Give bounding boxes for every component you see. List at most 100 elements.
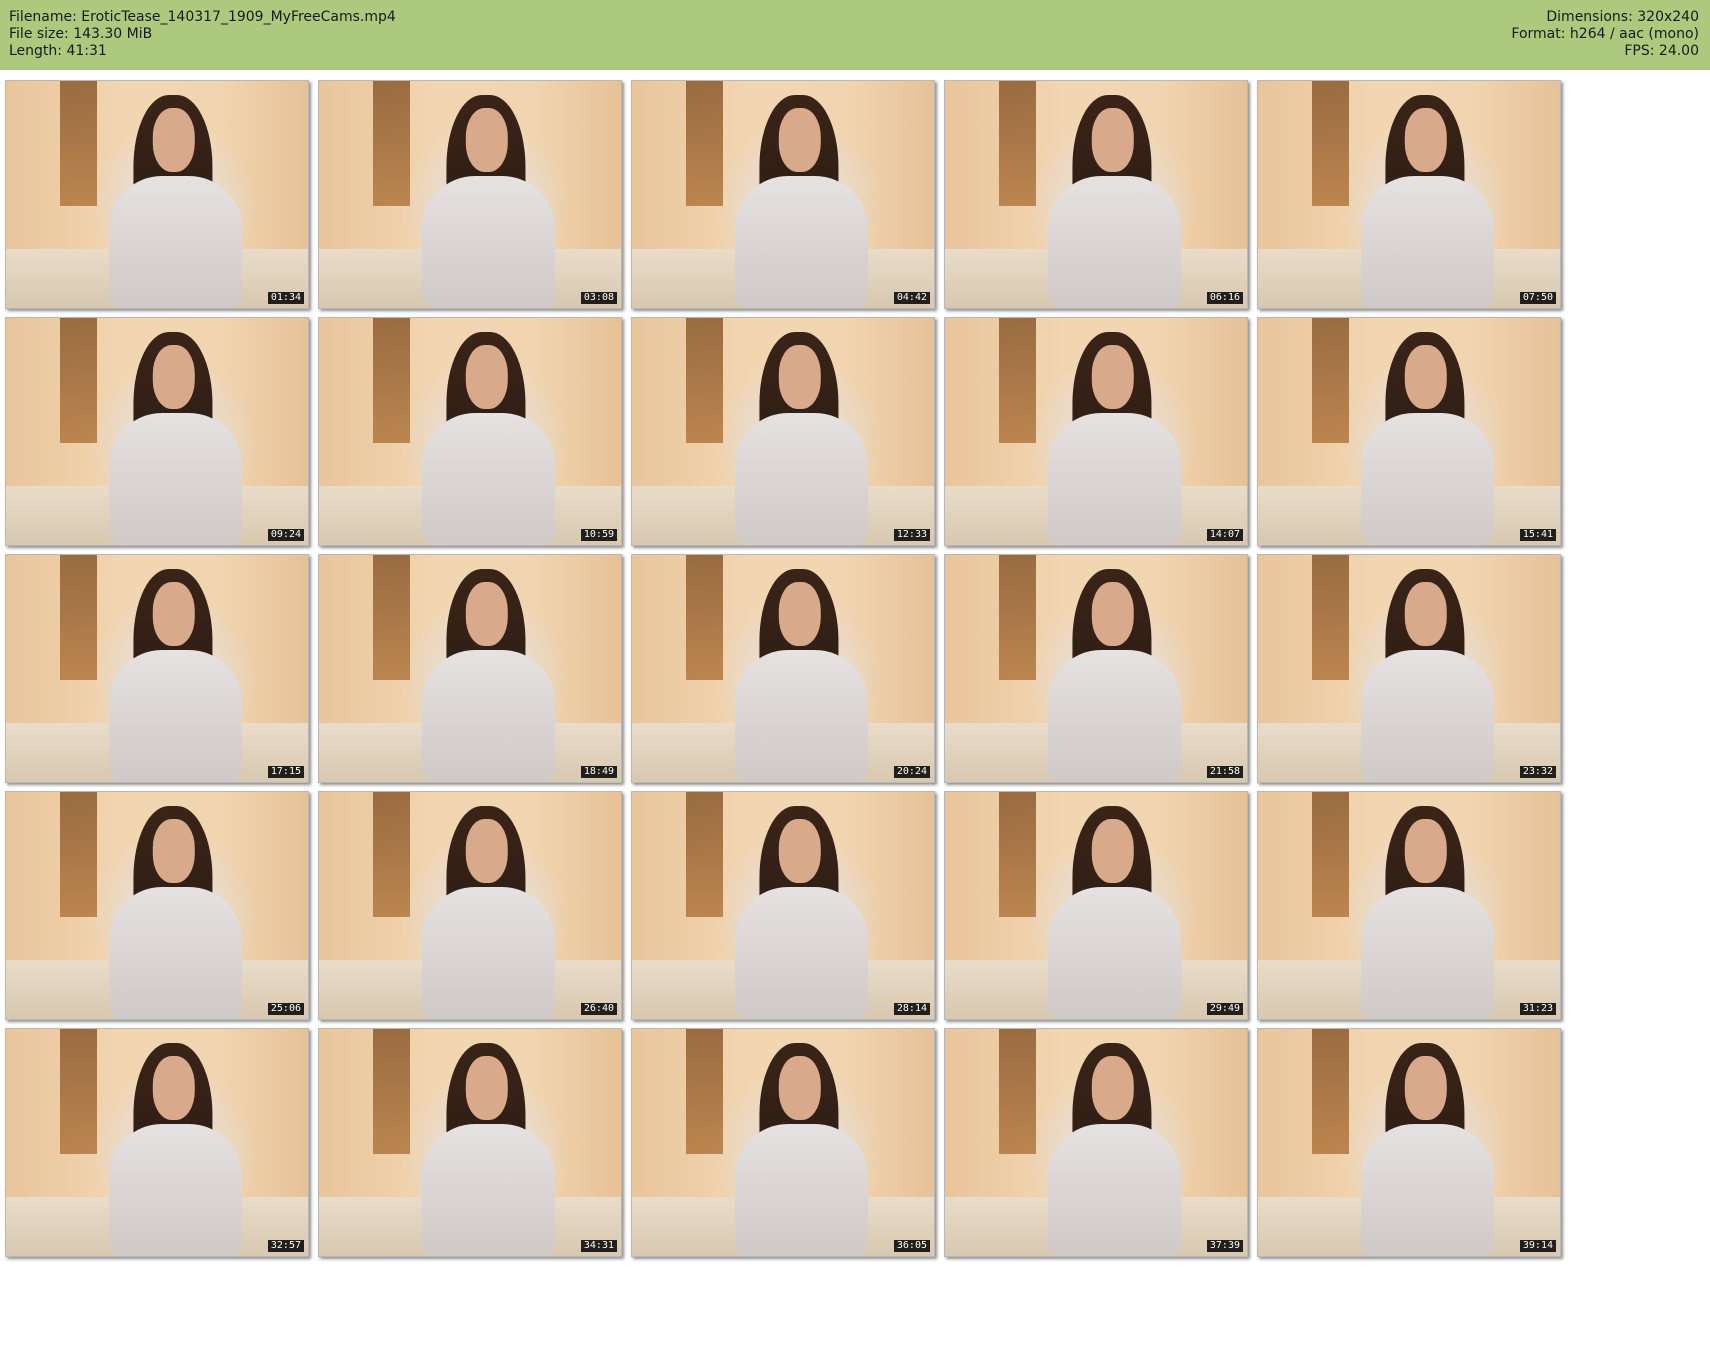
person-body: [734, 650, 868, 782]
background-cabinet: [373, 318, 410, 443]
file-size-text: File size: 143.30 MiB: [9, 26, 153, 42]
background-cabinet: [373, 792, 410, 917]
thumbnail-frame: 31:23: [1257, 791, 1561, 1020]
person-face: [152, 108, 196, 172]
background-cabinet: [999, 81, 1036, 206]
thumbnail-frame: 04:42: [631, 80, 935, 309]
thumbnail-frame: 18:49: [318, 554, 622, 783]
person-body: [421, 887, 555, 1019]
person-face: [1404, 1056, 1448, 1120]
thumbnail-frame: 26:40: [318, 791, 622, 1020]
timecode-label: 34:31: [580, 1240, 617, 1252]
timecode-label: 12:33: [893, 529, 930, 541]
background-cabinet: [60, 555, 97, 680]
thumbnail-frame: 39:14: [1257, 1028, 1561, 1257]
background-cabinet: [1312, 1029, 1349, 1154]
length-text: Length: 41:31: [9, 43, 107, 59]
thumbnail-frame: 03:08: [318, 80, 622, 309]
thumbnail-frame: 07:50: [1257, 80, 1561, 309]
person-face: [778, 108, 822, 172]
person-body: [1360, 887, 1494, 1019]
background-cabinet: [999, 1029, 1036, 1154]
thumbnail-frame: 10:59: [318, 317, 622, 546]
background-cabinet: [60, 81, 97, 206]
background-cabinet: [1312, 318, 1349, 443]
timecode-label: 07:50: [1519, 292, 1556, 304]
person-body: [734, 176, 868, 308]
person-face: [1091, 582, 1135, 646]
thumbnail-frame: 17:15: [5, 554, 309, 783]
timecode-label: 23:32: [1519, 766, 1556, 778]
timecode-label: 17:15: [267, 766, 304, 778]
person-face: [152, 1056, 196, 1120]
thumbnail-frame: 32:57: [5, 1028, 309, 1257]
person-body: [108, 1124, 242, 1256]
background-cabinet: [60, 792, 97, 917]
background-cabinet: [686, 792, 723, 917]
person-face: [1091, 819, 1135, 883]
person-face: [465, 819, 509, 883]
background-cabinet: [686, 1029, 723, 1154]
background-cabinet: [373, 81, 410, 206]
person-face: [465, 582, 509, 646]
person-face: [1404, 582, 1448, 646]
thumbnail-frame: 28:14: [631, 791, 935, 1020]
background-cabinet: [686, 555, 723, 680]
filename-text: Filename: EroticTease_140317_1909_MyFree…: [9, 9, 396, 25]
background-cabinet: [999, 792, 1036, 917]
timecode-label: 18:49: [580, 766, 617, 778]
person-body: [421, 413, 555, 545]
timecode-label: 14:07: [1206, 529, 1243, 541]
thumbnail-frame: 01:34: [5, 80, 309, 309]
person-face: [778, 345, 822, 409]
person-face: [778, 582, 822, 646]
person-body: [421, 650, 555, 782]
timecode-label: 01:34: [267, 292, 304, 304]
timecode-label: 32:57: [267, 1240, 304, 1252]
person-face: [465, 1056, 509, 1120]
thumbnail-frame: 34:31: [318, 1028, 622, 1257]
person-face: [465, 108, 509, 172]
background-cabinet: [686, 318, 723, 443]
person-body: [734, 1124, 868, 1256]
person-face: [1091, 1056, 1135, 1120]
thumbnail-frame: 12:33: [631, 317, 935, 546]
fps-text: FPS: 24.00: [1624, 43, 1699, 59]
person-face: [778, 1056, 822, 1120]
background-cabinet: [373, 555, 410, 680]
person-face: [152, 582, 196, 646]
person-face: [778, 819, 822, 883]
timecode-label: 15:41: [1519, 529, 1556, 541]
background-cabinet: [1312, 81, 1349, 206]
background-cabinet: [1312, 555, 1349, 680]
person-body: [421, 1124, 555, 1256]
background-cabinet: [60, 1029, 97, 1154]
info-right: Dimensions: 320x240 Format: h264 / aac (…: [1511, 9, 1699, 60]
person-body: [734, 887, 868, 1019]
person-face: [1091, 108, 1135, 172]
person-face: [1404, 345, 1448, 409]
person-body: [1047, 413, 1181, 545]
thumbnail-frame: 14:07: [944, 317, 1248, 546]
person-body: [108, 887, 242, 1019]
format-text: Format: h264 / aac (mono): [1511, 26, 1699, 42]
background-cabinet: [373, 1029, 410, 1154]
timecode-label: 26:40: [580, 1003, 617, 1015]
person-face: [1091, 345, 1135, 409]
thumbnail-frame: 15:41: [1257, 317, 1561, 546]
timecode-label: 20:24: [893, 766, 930, 778]
person-face: [465, 345, 509, 409]
person-body: [734, 413, 868, 545]
thumbnail-frame: 20:24: [631, 554, 935, 783]
dimensions-text: Dimensions: 320x240: [1546, 9, 1699, 25]
person-body: [1360, 176, 1494, 308]
person-body: [1360, 650, 1494, 782]
timecode-label: 21:58: [1206, 766, 1243, 778]
timecode-label: 28:14: [893, 1003, 930, 1015]
timecode-label: 39:14: [1519, 1240, 1556, 1252]
timecode-label: 25:06: [267, 1003, 304, 1015]
timecode-label: 09:24: [267, 529, 304, 541]
person-body: [1047, 1124, 1181, 1256]
person-body: [1047, 887, 1181, 1019]
timecode-label: 36:05: [893, 1240, 930, 1252]
